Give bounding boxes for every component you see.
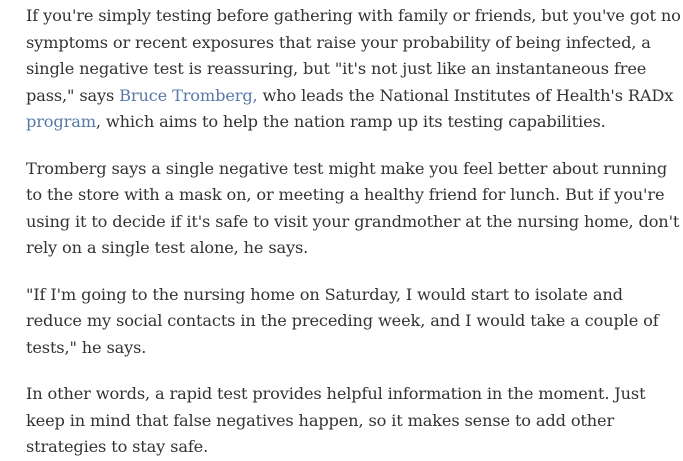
radx-program-link[interactable]: program [26,112,96,131]
article-body: If you're simply testing before gatherin… [26,3,682,461]
paragraph-nursing-home-quote: "If I'm going to the nursing home on Sat… [26,284,659,357]
paragraph-testing-before-gathering: If you're simply testing before gatherin… [26,3,682,136]
bruce-tromberg-link[interactable]: Bruce Tromberg, [119,86,258,105]
paragraph-single-negative-test: Tromberg says a single negative test mig… [26,158,680,258]
paragraph-text: who leads the National Institutes of Hea… [257,85,674,105]
paragraph-text: , which aims to help the nation ramp up … [95,112,606,131]
paragraph-in-other-words: In other words, a rapid test provides he… [26,384,646,456]
